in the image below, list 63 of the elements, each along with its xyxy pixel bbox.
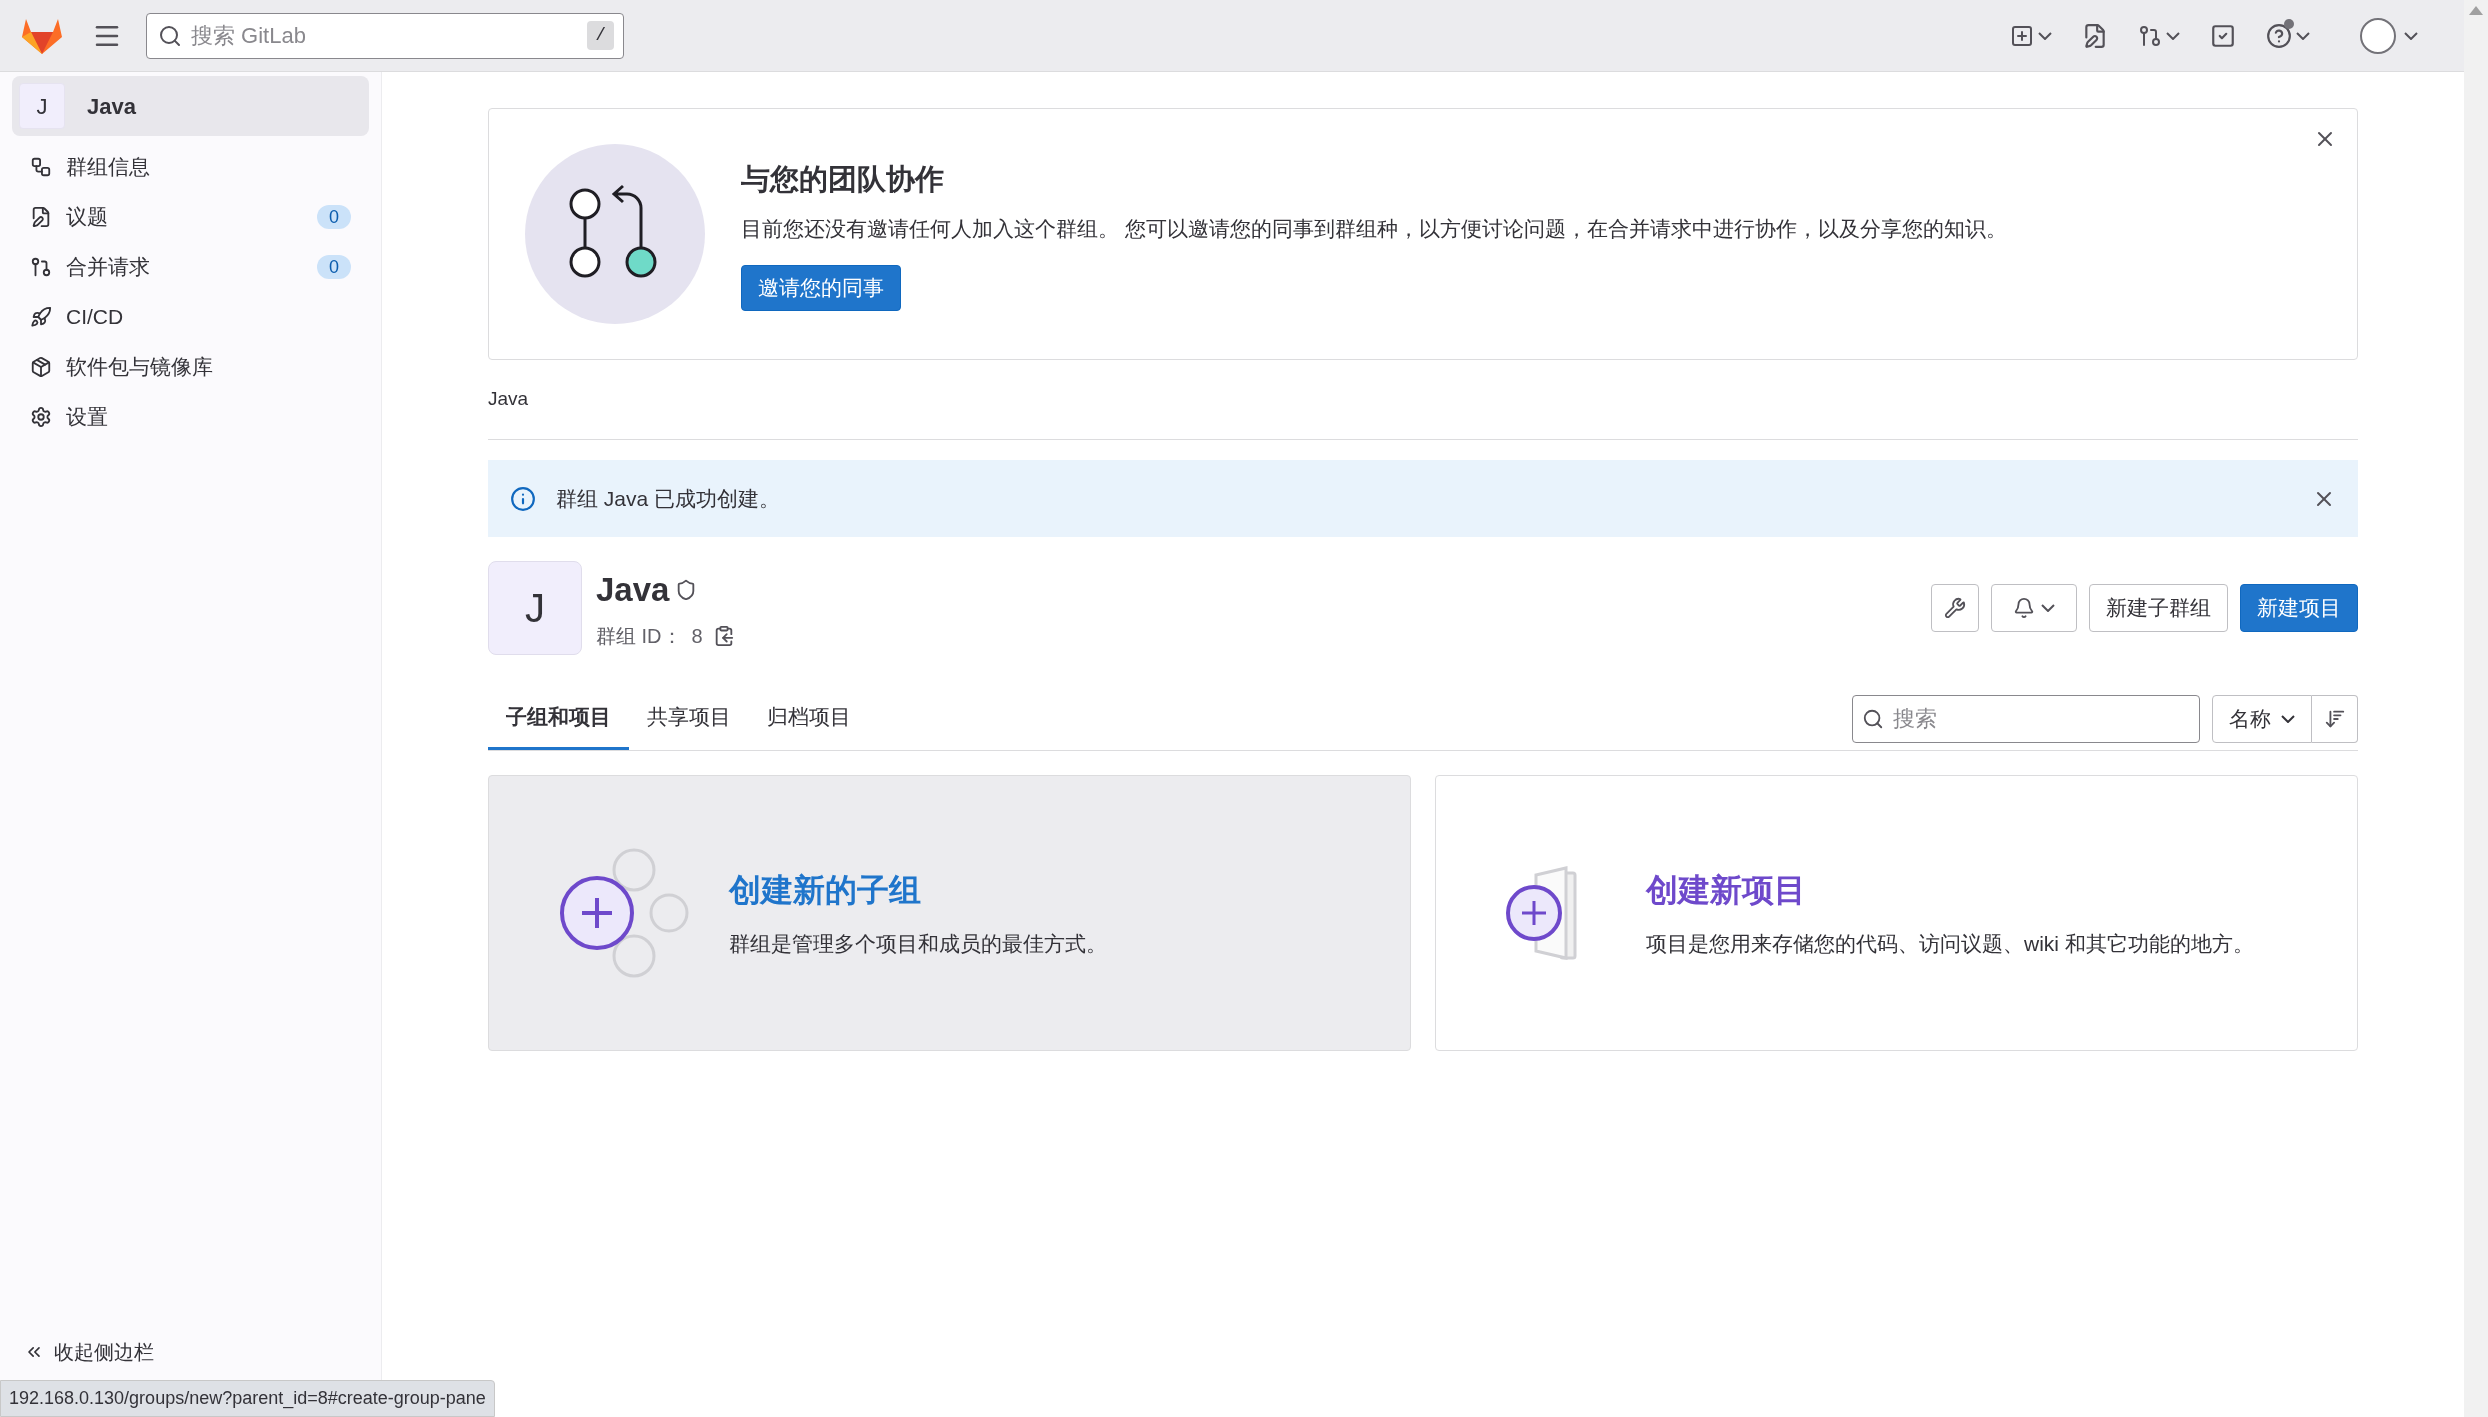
sidebar-item[interactable]: 软件包与镜像库	[0, 342, 381, 392]
plus-icon	[2010, 23, 2034, 48]
banner-title: 与您的团队协作	[741, 161, 945, 197]
secondary-button[interactable]: 新建子群组	[2089, 584, 2228, 632]
help-icon	[2266, 22, 2292, 49]
collapse-sidebar-button[interactable]: 收起侧边栏	[24, 1337, 381, 1367]
scrollbar[interactable]	[2464, 0, 2488, 1417]
user-menu-button[interactable]	[2360, 17, 2418, 54]
issues-icon[interactable]	[2082, 22, 2108, 49]
banner-text: 目前您还没有邀请任何人加入这个群组。 您可以邀请您的同事到群组种，以方便讨论问题，在合并请求中进行协作，以及分享您的知识。	[741, 216, 2007, 242]
sidebar-item[interactable]: 设置	[0, 392, 381, 442]
chevron-down-icon	[2404, 31, 2418, 40]
group-avatar: J	[488, 561, 582, 655]
card-description: 群组是管理多个项目和成员的最佳方式。	[729, 931, 1107, 958]
search-icon	[158, 23, 182, 48]
merge-icon	[30, 256, 52, 278]
card-description: 项目是您用来存储您的代码、访问议题、wiki 和其它功能的地方。	[1646, 931, 2254, 958]
settings-button[interactable]	[1931, 584, 1979, 632]
merge-request-icon	[2138, 23, 2162, 48]
group-id-label: 群组 ID：	[596, 623, 682, 649]
sidebar-item[interactable]: 议题 0	[0, 192, 381, 242]
count-badge: 0	[317, 205, 351, 229]
sort-dropdown[interactable]: 名称	[2212, 694, 2312, 743]
chevron-down-icon	[2038, 31, 2052, 40]
primary-button[interactable]: 新建项目	[2240, 584, 2358, 632]
create-card[interactable]: 创建新的子组 群组是管理多个项目和成员的最佳方式。	[488, 775, 1411, 1051]
chevron-down-icon	[2296, 31, 2310, 40]
group-id: 8	[691, 623, 703, 649]
packages-icon	[30, 356, 52, 378]
group-avatar: J	[19, 83, 65, 129]
search-field[interactable]: 搜索	[1852, 694, 2200, 743]
sidebar-item[interactable]: CI/CD	[0, 292, 381, 342]
help-button[interactable]	[2266, 22, 2310, 49]
issues-icon	[30, 206, 52, 228]
shortcut-key: /	[587, 21, 614, 50]
breadcrumb-link[interactable]: Java	[488, 385, 529, 414]
chevron-down-icon	[2166, 31, 2180, 40]
tab[interactable]: 共享项目	[629, 687, 749, 750]
sidebar-item[interactable]: 合并请求 0	[0, 242, 381, 292]
notification-button[interactable]	[1991, 584, 2077, 632]
todo-icon[interactable]	[2210, 22, 2236, 49]
settings-icon	[30, 406, 52, 428]
sidebar-item[interactable]: 群组信息	[0, 142, 381, 192]
tab[interactable]: 归档项目	[749, 687, 869, 750]
invite-button[interactable]: 邀请您的同事	[741, 264, 901, 311]
search-icon	[1862, 707, 1884, 730]
sort-direction-button[interactable]	[2312, 694, 2358, 743]
card-title[interactable]: 创建新项目	[1646, 866, 2254, 915]
wrench-icon	[1944, 597, 1966, 619]
chevron-down-icon	[2281, 714, 2295, 723]
card-title[interactable]: 创建新的子组	[729, 866, 1107, 915]
create-card[interactable]: 创建新项目 项目是您用来存储您的代码、访问议题、wiki 和其它功能的地方。	[1435, 775, 2358, 1051]
merge-requests-button[interactable]	[2138, 23, 2180, 48]
alert-text: 群组 Java 已成功创建。	[556, 485, 781, 512]
cicd-icon	[30, 306, 52, 328]
status-url: 192.168.0.130/groups/new?parent_id=8#create-group-pane	[0, 1380, 495, 1417]
bell-icon	[2013, 597, 2035, 619]
create-menu-button[interactable]	[2010, 23, 2052, 48]
count-badge: 0	[317, 255, 351, 279]
group-item[interactable]: J Java	[12, 76, 369, 136]
tab[interactable]: 子组和项目	[488, 687, 629, 750]
group-name: Java	[596, 570, 670, 611]
chevron-down-icon	[2041, 604, 2055, 612]
